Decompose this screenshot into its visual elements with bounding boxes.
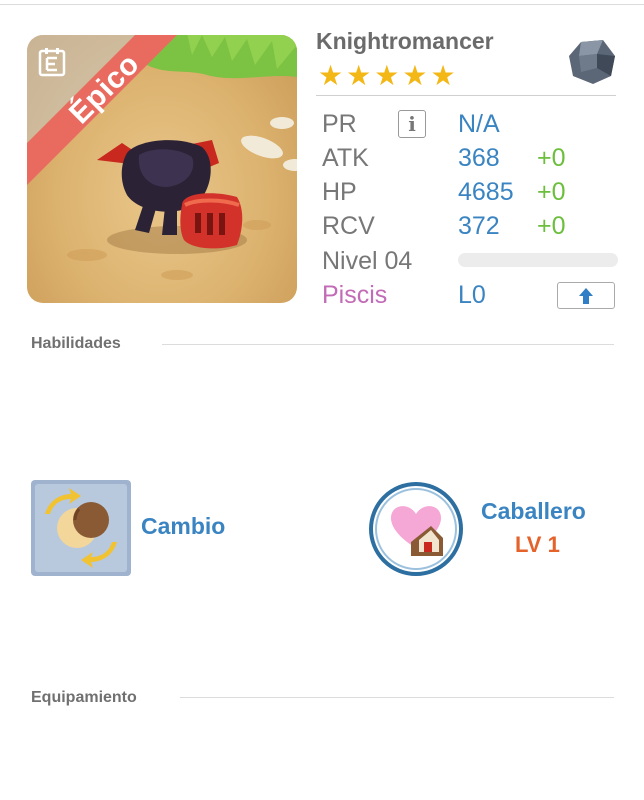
portrait-art bbox=[27, 35, 297, 280]
equipment-section-title: Equipamiento bbox=[31, 689, 137, 706]
star-icon: ★ bbox=[318, 60, 344, 91]
star-icon: ★ bbox=[374, 60, 400, 91]
upgrade-button[interactable] bbox=[557, 282, 615, 309]
hp-bonus: +0 bbox=[537, 178, 566, 206]
star-icon: ★ bbox=[346, 60, 372, 91]
star-rating: ★ ★ ★ ★ ★ bbox=[318, 62, 456, 90]
rcv-value: 372 bbox=[458, 212, 500, 240]
skills-divider bbox=[162, 344, 614, 345]
monster-name: Knightromancer bbox=[316, 28, 494, 54]
hp-value: 4685 bbox=[458, 178, 514, 206]
skill-caballero-label[interactable]: Caballero bbox=[481, 498, 586, 525]
zodiac-label: Piscis bbox=[322, 281, 388, 309]
pr-label: PR bbox=[322, 110, 357, 138]
star-icon: ★ bbox=[402, 60, 428, 91]
level-progress-bar bbox=[458, 253, 618, 267]
equipment-divider bbox=[180, 697, 614, 698]
monster-portrait[interactable]: Épico ♓ bbox=[27, 35, 297, 303]
swap-orbs-icon[interactable] bbox=[31, 480, 131, 581]
atk-value: 368 bbox=[458, 144, 500, 172]
skills-section-title: Habilidades bbox=[31, 335, 121, 352]
arrow-up-icon bbox=[579, 287, 593, 304]
pr-value: N/A bbox=[458, 110, 500, 138]
heart-house-icon[interactable] bbox=[369, 482, 463, 581]
hp-label: HP bbox=[322, 178, 357, 206]
level-label: Nivel 04 bbox=[322, 247, 413, 275]
skill-caballero-level: LV 1 bbox=[515, 532, 560, 557]
star-icon: ★ bbox=[430, 60, 456, 91]
atk-bonus: +0 bbox=[537, 144, 566, 172]
stone-element-icon bbox=[567, 38, 617, 91]
zodiac-level: L0 bbox=[458, 281, 486, 309]
atk-label: ATK bbox=[322, 144, 369, 172]
info-icon[interactable]: i bbox=[398, 110, 426, 138]
skill-cambio-label[interactable]: Cambio bbox=[141, 513, 225, 540]
rcv-bonus: +0 bbox=[537, 212, 566, 240]
header-divider bbox=[316, 95, 616, 96]
top-divider bbox=[0, 4, 644, 5]
rcv-label: RCV bbox=[322, 212, 375, 240]
